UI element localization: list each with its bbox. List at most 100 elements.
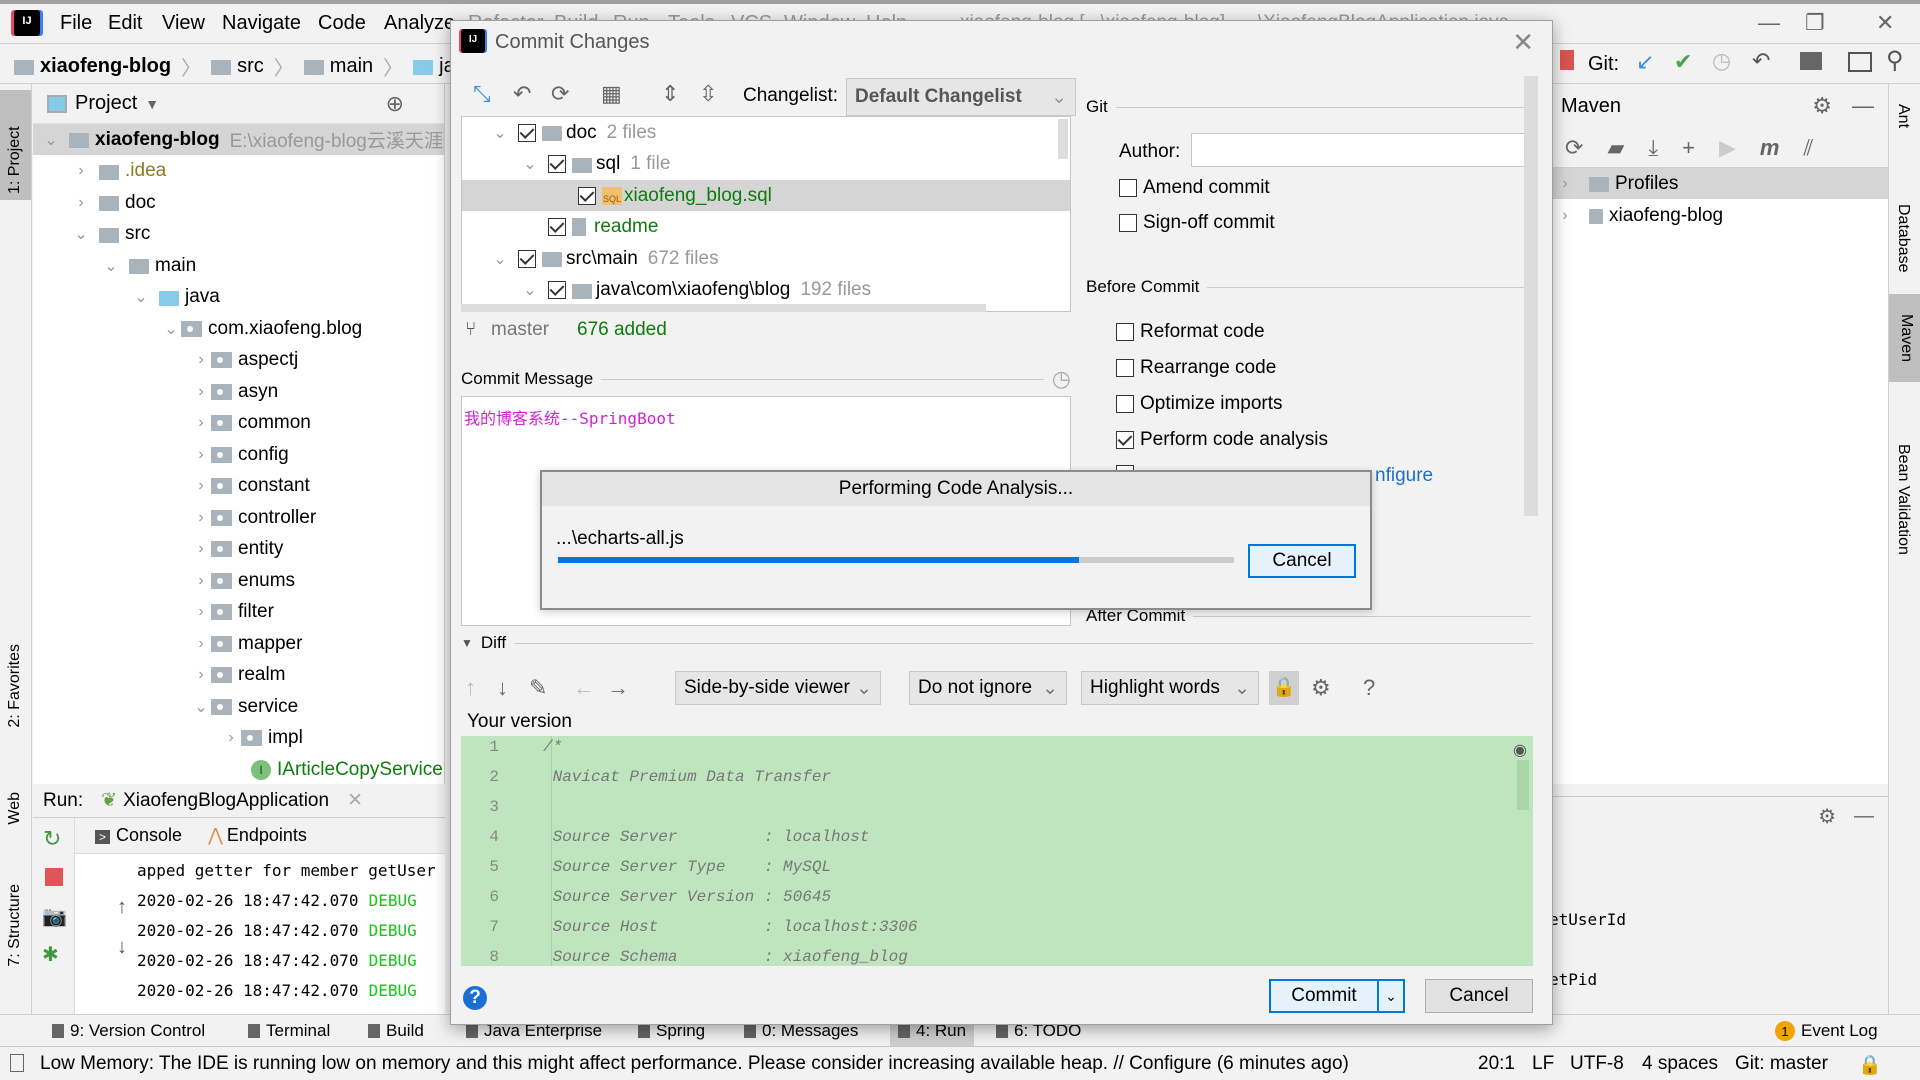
endpoints-tab[interactable]: ⋀ Endpoints (208, 825, 307, 846)
close-window-button[interactable]: ✕ (1876, 10, 1894, 36)
chevron-right-icon[interactable]: › (191, 603, 211, 621)
project-tree-item[interactable]: I IArticleCopyService (33, 754, 444, 785)
close-tab-icon[interactable]: ✕ (347, 789, 363, 812)
status-message[interactable]: Low Memory: The IDE is running low on me… (40, 1053, 1349, 1075)
chevron-down-icon[interactable]: ⌄ (490, 123, 510, 143)
tab-maven[interactable]: Maven (1889, 294, 1920, 383)
chevron-right-icon[interactable]: › (71, 162, 91, 180)
chevron-right-icon[interactable]: › (71, 194, 91, 212)
change-item[interactable]: ⌄ doc 2 files (462, 117, 1070, 148)
vcs-branch[interactable]: Git: master (1735, 1053, 1828, 1075)
maven-goal-icon[interactable]: m (1760, 135, 1780, 161)
restore-button[interactable]: ❐ (1805, 10, 1825, 36)
next-diff-icon[interactable]: ↓ (497, 675, 508, 701)
project-tree-item[interactable]: ⌄ main (33, 250, 444, 281)
settings-gear-icon[interactable]: ⚙ (1311, 675, 1331, 701)
chevron-right-icon[interactable]: › (191, 572, 211, 590)
rollback-icon[interactable]: ↶ (513, 81, 531, 107)
camera-icon[interactable]: 📷 (42, 904, 67, 929)
checkbox[interactable] (1116, 323, 1134, 341)
maven-tree-item[interactable]: › Profiles (1549, 168, 1888, 199)
chevron-right-icon[interactable]: › (191, 383, 211, 401)
git-rollback-icon[interactable]: ↶ (1752, 48, 1770, 74)
chevron-right-icon[interactable]: › (191, 477, 211, 495)
project-tree-item[interactable]: ⌄ xiaofeng-blog E:\xiaofeng-blog云溪天涯 (33, 124, 444, 155)
rerun-icon[interactable]: ↻ (43, 826, 61, 852)
refresh-icon[interactable]: ⟳ (551, 81, 569, 107)
tab-ant[interactable]: Ant (1894, 104, 1912, 128)
chevron-down-icon[interactable]: ⌄ (71, 224, 91, 244)
project-tree-item[interactable]: › mapper (33, 628, 444, 659)
debug-icon[interactable]: ✱ (42, 942, 59, 967)
console-tab[interactable]: > Console (95, 825, 182, 846)
progress-cancel-button[interactable]: Cancel (1248, 544, 1356, 578)
generate-sources-icon[interactable]: ▰ (1607, 135, 1624, 161)
project-tree-item[interactable]: › .idea (33, 156, 444, 187)
chevron-right-icon[interactable]: › (191, 351, 211, 369)
prev-file-icon[interactable]: ← (573, 675, 595, 701)
tab-database[interactable]: Database (1894, 204, 1912, 273)
commit-options-dropdown[interactable]: ⌄ (1377, 979, 1405, 1013)
collapse-all-icon[interactable]: ⇳ (699, 81, 717, 107)
include-checkbox[interactable] (548, 281, 566, 299)
download-icon[interactable]: ⤓ (1648, 135, 1658, 161)
search-icon[interactable]: ⚲ (1886, 46, 1904, 75)
menu-analyze[interactable]: Analyze (384, 12, 455, 35)
diff-editor[interactable]: ◉ 1 /* 2 Navicat Premium Data Transfer 3 4 S… (461, 736, 1533, 966)
menu-navigate[interactable]: Navigate (222, 12, 301, 35)
next-file-icon[interactable]: → (607, 675, 629, 701)
project-panel-title[interactable]: Project (75, 92, 137, 115)
bottom-tab[interactable]: 9: Version Control (52, 1021, 205, 1041)
include-checkbox[interactable] (548, 155, 566, 173)
change-item[interactable]: readme (462, 212, 1070, 243)
stop-icon[interactable] (1560, 50, 1574, 70)
project-tree-item[interactable]: › doc (33, 187, 444, 218)
highlight-dropdown[interactable]: Highlight words ⌄ (1081, 671, 1259, 705)
author-input[interactable] (1191, 133, 1531, 167)
hide-icon[interactable]: — (1852, 93, 1874, 119)
chevron-right-icon[interactable]: › (1555, 175, 1575, 193)
chevron-right-icon[interactable]: › (191, 446, 211, 464)
gear-icon[interactable]: ⚙ (1812, 93, 1832, 119)
project-tree-item[interactable]: › entity (33, 534, 444, 565)
help-question-icon[interactable]: ? (1363, 675, 1375, 701)
chevron-down-icon[interactable]: ⌄ (520, 280, 540, 300)
menu-code[interactable]: Code (318, 12, 366, 35)
checkbox[interactable] (1116, 395, 1134, 413)
changes-hscrollbar[interactable] (461, 304, 986, 312)
minimize-button[interactable]: — (1758, 10, 1780, 36)
project-tree-item[interactable]: › impl (33, 723, 444, 754)
run-panel-hide-icon[interactable]: — (1854, 805, 1874, 828)
menu-file[interactable]: File (60, 12, 92, 35)
stop-run-icon[interactable] (45, 868, 63, 886)
expand-all-icon[interactable]: ⇕ (661, 81, 679, 107)
options-scrollbar[interactable] (1524, 76, 1538, 516)
ignore-dropdown[interactable]: Do not ignore ⌄ (909, 671, 1067, 705)
breadcrumb-item[interactable]: main (330, 55, 373, 78)
run-config-tab[interactable]: XiaofengBlogApplication (123, 790, 329, 812)
close-icon[interactable]: ✕ (1512, 27, 1534, 58)
lock-icon[interactable]: 🔒 (1858, 1053, 1882, 1077)
project-structure-icon[interactable] (1800, 52, 1822, 70)
include-checkbox[interactable] (518, 123, 536, 142)
changelist-dropdown[interactable]: Default Changelist ⌄ (846, 78, 1076, 116)
menu-view[interactable]: View (162, 12, 205, 35)
project-tree-item[interactable]: › common (33, 408, 444, 439)
maven-tree-item[interactable]: › xiaofeng-blog (1549, 200, 1888, 231)
help-icon[interactable]: ? (463, 986, 487, 1010)
viewer-dropdown[interactable]: Side-by-side viewer ⌄ (675, 671, 881, 705)
chevron-down-icon[interactable]: ⌄ (101, 256, 121, 276)
option-reformat-code[interactable]: Reformat code (1116, 321, 1265, 343)
run-icon[interactable]: ▶ (1719, 135, 1736, 161)
project-tree-item[interactable]: › filter (33, 597, 444, 628)
bottom-tab[interactable]: Build (368, 1021, 424, 1041)
tab-structure[interactable]: 7: Structure (6, 884, 24, 967)
project-tree-item[interactable]: › config (33, 439, 444, 470)
chevron-right-icon[interactable]: › (191, 635, 211, 653)
line-separator[interactable]: LF (1532, 1053, 1554, 1075)
option-optimize-imports[interactable]: Optimize imports (1116, 393, 1283, 415)
chevron-down-icon[interactable]: ⌄ (520, 154, 540, 174)
run-panel-gear-icon[interactable]: ⚙ (1818, 804, 1836, 829)
diff-section[interactable]: ▼ Diff (461, 633, 1533, 653)
git-commit-icon[interactable]: ✔ (1674, 49, 1692, 75)
